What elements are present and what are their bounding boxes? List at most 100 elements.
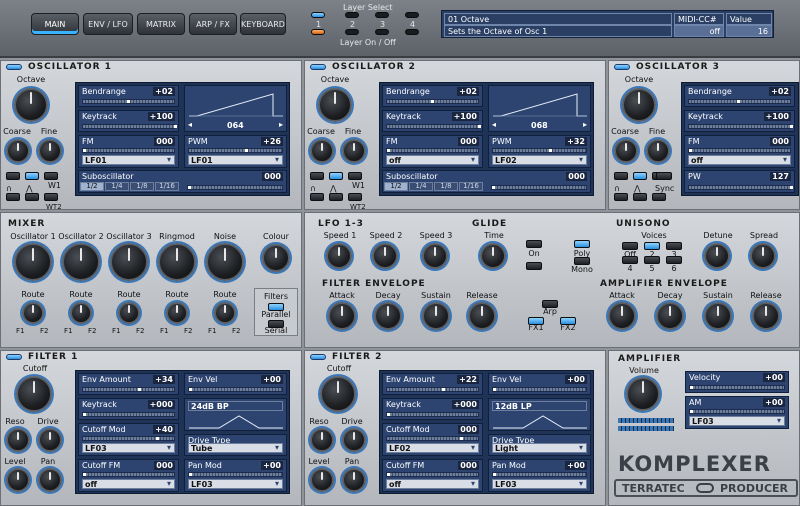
mixer-2-level-knob[interactable] [110,243,148,281]
filter-keytrack-param[interactable]: Keytrack +000 [382,398,483,420]
cutoff-fm-param-select[interactable]: off [386,479,479,489]
filter-env-3-knob[interactable] [468,302,496,330]
wave-select-btn[interactable] [310,172,324,180]
sub-octave-option[interactable]: 1/8 [130,182,154,191]
filter-2-level-knob[interactable] [310,468,334,492]
bendrange-param[interactable]: Bendrange +02 [78,85,179,107]
pan-mod-param-select[interactable]: LF03 [492,479,587,489]
layer-3-select[interactable] [375,12,389,18]
pwm-param-slider[interactable] [188,148,283,153]
filter-keytrack-param[interactable]: Keytrack +000 [78,398,179,420]
keytrack-param[interactable]: Keytrack +100 [78,110,179,132]
fm-param-select[interactable]: off [386,155,479,165]
fm-param[interactable]: FM 000 LF01 [78,135,179,168]
env-amount-param-slider[interactable] [82,387,175,392]
lfo-2-speed-knob[interactable] [372,243,398,269]
osc-3-power-led[interactable] [614,64,630,70]
wave-select-btn[interactable] [6,193,20,201]
cutoff-mod-param[interactable]: Cutoff Mod 000 LF02 [382,423,483,456]
env-amount-param[interactable]: Env Amount +34 [78,373,179,395]
mono-button[interactable] [574,257,590,265]
filter-keytrack-param-slider[interactable] [386,412,479,417]
am-source-select[interactable]: LF03 [689,416,785,426]
osc-1-coarse-knob[interactable] [6,139,30,163]
filter-env-2-knob[interactable] [422,302,450,330]
wave-select-btn[interactable] [25,172,39,180]
osc-3-octave-knob[interactable] [622,88,656,122]
wave-select-btn[interactable] [614,172,628,180]
filter-1-reso-knob[interactable] [6,428,30,452]
pwm-param-select[interactable]: LF01 [188,155,283,165]
bendrange-param-slider[interactable] [688,99,791,104]
bendrange-param-slider[interactable] [82,99,175,104]
layer-3-onoff[interactable] [375,29,389,35]
osc-2-fine-knob[interactable] [342,139,366,163]
sub-octave-option[interactable]: 1/4 [105,182,129,191]
wave-select-btn[interactable] [329,193,343,201]
keytrack-param-slider[interactable] [386,124,481,129]
filter-2-pan-knob[interactable] [342,468,366,492]
wave-select-btn[interactable] [348,172,362,180]
bendrange-param-slider[interactable] [386,99,479,104]
mixer-4-level-knob[interactable] [206,243,244,281]
drive-type-param[interactable]: Drive Type Tube [184,434,287,456]
wave-select-btn[interactable] [44,193,58,201]
cutoff-mod-param-slider[interactable] [386,436,479,441]
layer-4-select[interactable] [405,12,419,18]
filter-1-power-led[interactable] [6,354,22,360]
wave-select-btn[interactable] [25,193,39,201]
cutoff-mod-param-select[interactable]: LF02 [386,443,479,453]
wave-select-btn[interactable] [6,172,20,180]
wave-select-btn[interactable] [633,193,647,201]
am-param[interactable]: AM +00 LF03 [685,396,789,429]
osc-1-octave-knob[interactable] [14,88,48,122]
drive-type-select[interactable]: Tube [188,443,283,453]
pwm-param-slider[interactable] [492,148,587,153]
drive-type-select[interactable]: Light [492,443,587,453]
amp-env-0-knob[interactable] [608,302,636,330]
fm-param-slider[interactable] [82,148,175,153]
osc-1-power-led[interactable] [6,64,22,70]
filter-1-cutoff-knob[interactable] [16,376,52,412]
velocity-param[interactable]: Velocity +00 [685,371,789,393]
pw-param-slider[interactable] [688,185,793,190]
osc-2-power-led[interactable] [310,64,326,70]
amp-env-1-knob[interactable] [656,302,684,330]
filter-env-1-knob[interactable] [374,302,402,330]
pan-mod-param[interactable]: Pan Mod +00 LF03 [184,459,287,492]
fm-param-select[interactable]: LF01 [82,155,175,165]
filter-env-0-knob[interactable] [328,302,356,330]
cutoff-fm-param-slider[interactable] [82,472,175,477]
pwm-param[interactable]: PWM +32 LF02 [488,135,591,168]
glide-mode-button[interactable] [526,262,542,270]
amp-env-3-knob[interactable] [752,302,780,330]
filter-2-cutoff-knob[interactable] [320,376,356,412]
tab-main[interactable]: MAIN [31,13,79,35]
glide-time-knob[interactable] [480,243,506,269]
cutoff-mod-param-select[interactable]: LF03 [82,443,175,453]
drive-type-param[interactable]: Drive Type Light [488,434,591,456]
suboscillator-slider[interactable] [491,185,587,190]
cutoff-fm-param[interactable]: Cutoff FM 000 off [78,459,179,492]
keytrack-param-slider[interactable] [82,124,177,129]
pw-param[interactable]: PW 127 [684,170,795,193]
filter-2-drive-knob[interactable] [342,428,366,452]
osc-3-fine-knob[interactable] [646,139,670,163]
mixer-4-route-knob[interactable] [214,302,236,324]
wave-next-icon[interactable]: ▸ [583,120,587,129]
wave-prev-icon[interactable]: ◂ [188,120,192,129]
cutoff-mod-param[interactable]: Cutoff Mod +40 LF03 [78,423,179,456]
sub-octave-option[interactable]: 1/8 [434,182,458,191]
tab-keyboard[interactable]: KEYBOARD [240,13,286,35]
filter-type-select[interactable]: 24dB BP [188,401,283,411]
wave-select-btn[interactable] [633,172,647,180]
voices-option[interactable] [666,242,682,250]
pan-mod-param-slider[interactable] [188,472,283,477]
mixer-2-route-knob[interactable] [118,302,140,324]
glide-on-button[interactable] [526,240,542,248]
env-vel-param-slider[interactable] [492,387,587,392]
poly-button[interactable] [574,240,590,248]
voices-option[interactable] [622,242,638,250]
mixer-0-route-knob[interactable] [22,302,44,324]
layer-4-onoff[interactable] [405,29,419,35]
